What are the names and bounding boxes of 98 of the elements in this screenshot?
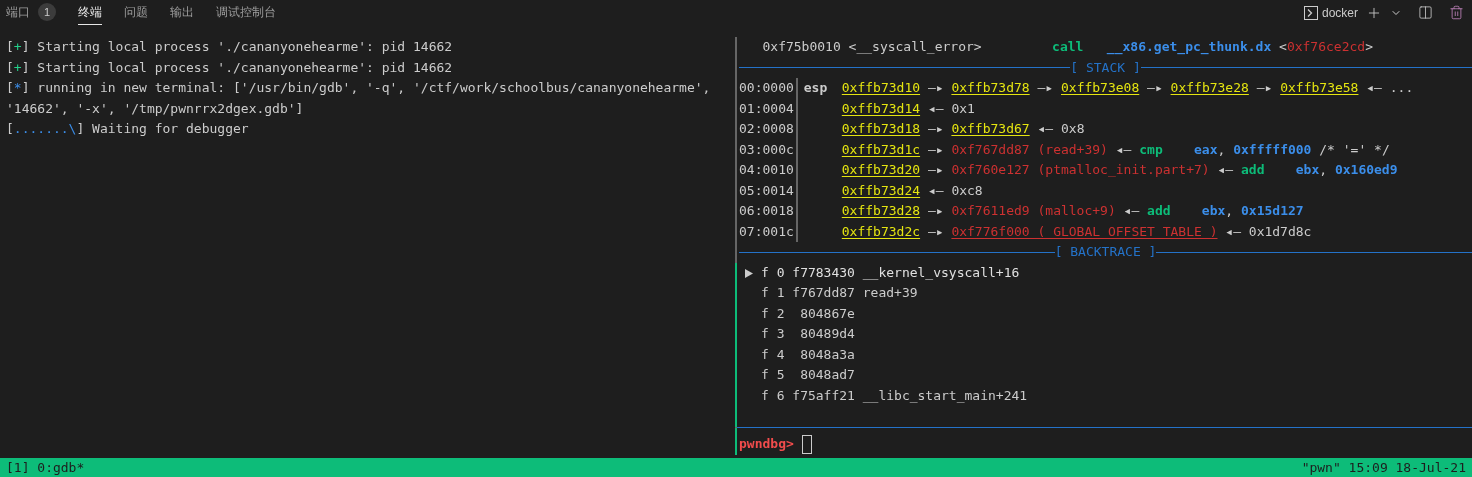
- stack-address: 0xffb73e08: [1061, 80, 1140, 96]
- terminal-text: '14662', '-x', '/tmp/pwnrrx2dgex.gdb']: [6, 100, 304, 116]
- instruction-operand: ebx: [1201, 203, 1226, 219]
- status-marker: +: [13, 59, 22, 75]
- code-symbol: 0xf767dd87 (read+39): [951, 141, 1108, 157]
- terminal-text: [: [6, 80, 14, 95]
- stack-offset: 00:0000: [739, 78, 798, 99]
- stack-offset: 05:0014: [739, 180, 798, 202]
- backtrace-frame: f 2 804867e: [761, 303, 855, 325]
- panel-tab[interactable]: 端口 1: [6, 0, 56, 25]
- terminal-text: —▸: [926, 121, 945, 137]
- terminal-text: —▸: [1036, 80, 1055, 96]
- terminal-text: [: [6, 59, 14, 75]
- stack-offset: 07:001c: [739, 221, 798, 243]
- terminal-text: —▸: [926, 203, 945, 219]
- terminal-text: —▸: [1255, 80, 1274, 96]
- terminal-text: <: [1278, 39, 1287, 54]
- terminal-text: —▸: [926, 162, 945, 178]
- terminal-text: ◂— 0x1: [926, 100, 975, 116]
- stack-address: 0xffb73d28: [841, 203, 921, 219]
- instruction-operand: __x86.get_pc_thunk.dx: [1106, 39, 1272, 54]
- panel-tab[interactable]: 输出: [170, 0, 194, 25]
- instruction-operand: ebx: [1295, 162, 1320, 178]
- terminal-text: ◂—: [1216, 162, 1235, 178]
- status-marker: .......\: [13, 121, 77, 136]
- terminal-text: —▸: [926, 223, 945, 239]
- terminal-text: —▸: [1146, 80, 1164, 96]
- stack-offset: 03:000c: [739, 139, 798, 161]
- stack-address: 0xffb73d10: [841, 80, 921, 96]
- count-badge: 1: [38, 3, 56, 21]
- terminal-text: ◂—: [1122, 203, 1141, 219]
- stack-address: 0xffb73d18: [841, 121, 921, 137]
- terminal-text: ] Starting local process './cananyonehearme': pid 14662: [21, 59, 453, 75]
- stack-offset: 01:0004: [739, 98, 798, 120]
- stack-address: 0xffb73d67: [951, 121, 1030, 137]
- terminal-text: [: [6, 121, 14, 136]
- terminal-profile-button[interactable]: docker: [1303, 3, 1358, 22]
- instruction-operand: eax: [1194, 141, 1218, 157]
- terminal-text: ◂— 0xc8: [926, 182, 983, 198]
- section-header: [ BACKTRACE ]: [1054, 243, 1157, 262]
- terminal-text: /* '=' */: [1318, 141, 1390, 157]
- terminal-text: —▸: [926, 141, 945, 157]
- instruction-mnemonic: call: [1052, 38, 1085, 56]
- status-window-list: [1] 0:gdb*: [6, 457, 85, 477]
- terminal-text: —▸: [926, 80, 945, 96]
- code-symbol: 0xf776f000 (_GLOBAL_OFFSET_TABLE_): [951, 223, 1218, 239]
- terminal-text: [: [6, 39, 14, 54]
- backtrace-frame: f 4 8048a3a: [761, 344, 855, 366]
- stack-address: 0xffb73d20: [841, 162, 921, 178]
- section-header: [ STACK ]: [1070, 58, 1141, 77]
- terminal-text: ◂— 0x8: [1036, 121, 1085, 137]
- backtrace-frame: f 3 80489d4: [761, 324, 855, 345]
- terminal-text: ] Waiting for debugger: [76, 121, 249, 136]
- terminal-text: ] running in new terminal: ['/usr/bin/gdb', '-q', '/ctf/work/schoolbus/cananyonehearme',: [21, 80, 711, 95]
- backtrace-frame: f 1 f767dd87 read+39: [761, 283, 918, 304]
- text-cursor: [801, 434, 812, 454]
- instruction-mnemonic: cmp: [1139, 140, 1164, 159]
- stack-address: 0xffb73d78: [951, 80, 1030, 96]
- panel-tab[interactable]: 调试控制台: [216, 0, 276, 25]
- stack-address: 0xffb73e28: [1170, 80, 1249, 96]
- stack-address: 0xffb73e58: [1280, 80, 1359, 96]
- stack-address: 0xffb73d2c: [841, 223, 921, 239]
- code-symbol: 0xf760e127 (ptmalloc_init.part+7): [951, 162, 1210, 178]
- instruction-operand: 0x160ed9: [1334, 162, 1398, 178]
- backtrace-frame: f 6 f75aff21 __libc_start_main+241: [761, 385, 1028, 407]
- backtrace-frame: f 0 f7783430 __kernel_vsyscall+16: [761, 262, 1020, 284]
- instruction-mnemonic: add: [1241, 161, 1266, 180]
- register-name: esp: [803, 79, 828, 98]
- stack-address: 0xffb73d24: [841, 182, 921, 198]
- panel-tab[interactable]: 问题: [124, 0, 148, 25]
- instruction-mnemonic: add: [1147, 202, 1172, 221]
- stack-offset: 02:0008: [739, 119, 798, 140]
- code-symbol: 0xf7611ed9 (malloc+9): [951, 203, 1116, 219]
- status-marker: +: [13, 39, 22, 54]
- instruction-operand: 0x15d127: [1241, 203, 1304, 219]
- split-icon[interactable]: [1418, 5, 1433, 20]
- terminal-text: ,: [1319, 162, 1329, 178]
- terminal-icon: [1303, 5, 1318, 20]
- panel-tab[interactable]: 终端: [78, 0, 102, 25]
- status-marker: *: [13, 80, 22, 95]
- terminal-text: 0xf75b0010 <__syscall_error>: [761, 39, 983, 54]
- terminal-text: ◂— ...: [1365, 80, 1414, 96]
- terminal-text: ,: [1217, 141, 1227, 157]
- trash-icon[interactable]: [1449, 5, 1464, 20]
- backtrace-frame: f 5 8048ad7: [761, 365, 855, 386]
- terminal-text: ◂—: [1114, 141, 1133, 157]
- code-symbol: 0xf76ce2cd: [1286, 39, 1366, 54]
- instruction-operand: 0xfffff000: [1233, 141, 1312, 157]
- terminal-text: ◂— 0x1d7d8c: [1224, 223, 1312, 239]
- status-clock: "pwn" 15:09 18-Jul-21: [1301, 458, 1466, 477]
- stack-offset: 04:0010: [739, 160, 798, 181]
- prompt-label: pwndbg>: [739, 435, 794, 454]
- terminal-text: ] Starting local process './cananyonehearme': pid 14662: [21, 39, 453, 54]
- stack-offset: 06:0018: [739, 201, 798, 222]
- terminal-text: >: [1365, 39, 1373, 54]
- stack-address: 0xffb73d1c: [841, 141, 921, 157]
- terminal-text: ,: [1225, 203, 1235, 219]
- stack-address: 0xffb73d14: [841, 100, 921, 116]
